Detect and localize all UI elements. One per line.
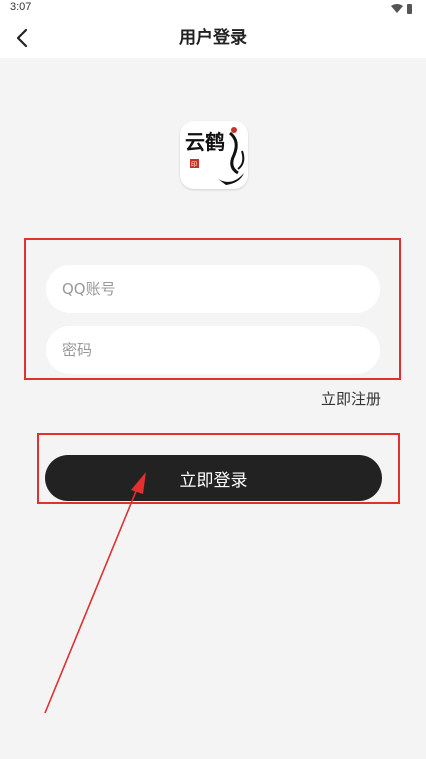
- battery-icon: [407, 4, 412, 14]
- annotation-arrow: [44, 472, 146, 714]
- crane-logo-icon: 云鹤 印: [185, 127, 245, 185]
- page-title: 用户登录: [179, 28, 247, 48]
- arrow-line: [44, 483, 140, 714]
- status-icons: [391, 4, 412, 14]
- password-input[interactable]: [46, 326, 380, 374]
- login-button[interactable]: 立即登录: [45, 455, 382, 501]
- wifi-icon: [391, 4, 403, 13]
- nav-bar: 用户登录: [0, 18, 426, 58]
- svg-text:印: 印: [191, 162, 197, 169]
- svg-text:云鹤: 云鹤: [185, 130, 225, 154]
- app-logo: 云鹤 印: [180, 121, 248, 189]
- status-time: 3:07: [10, 1, 32, 13]
- register-link[interactable]: 立即注册: [321, 388, 381, 409]
- status-bar: 3:07: [0, 0, 426, 18]
- qq-account-input[interactable]: [46, 265, 380, 313]
